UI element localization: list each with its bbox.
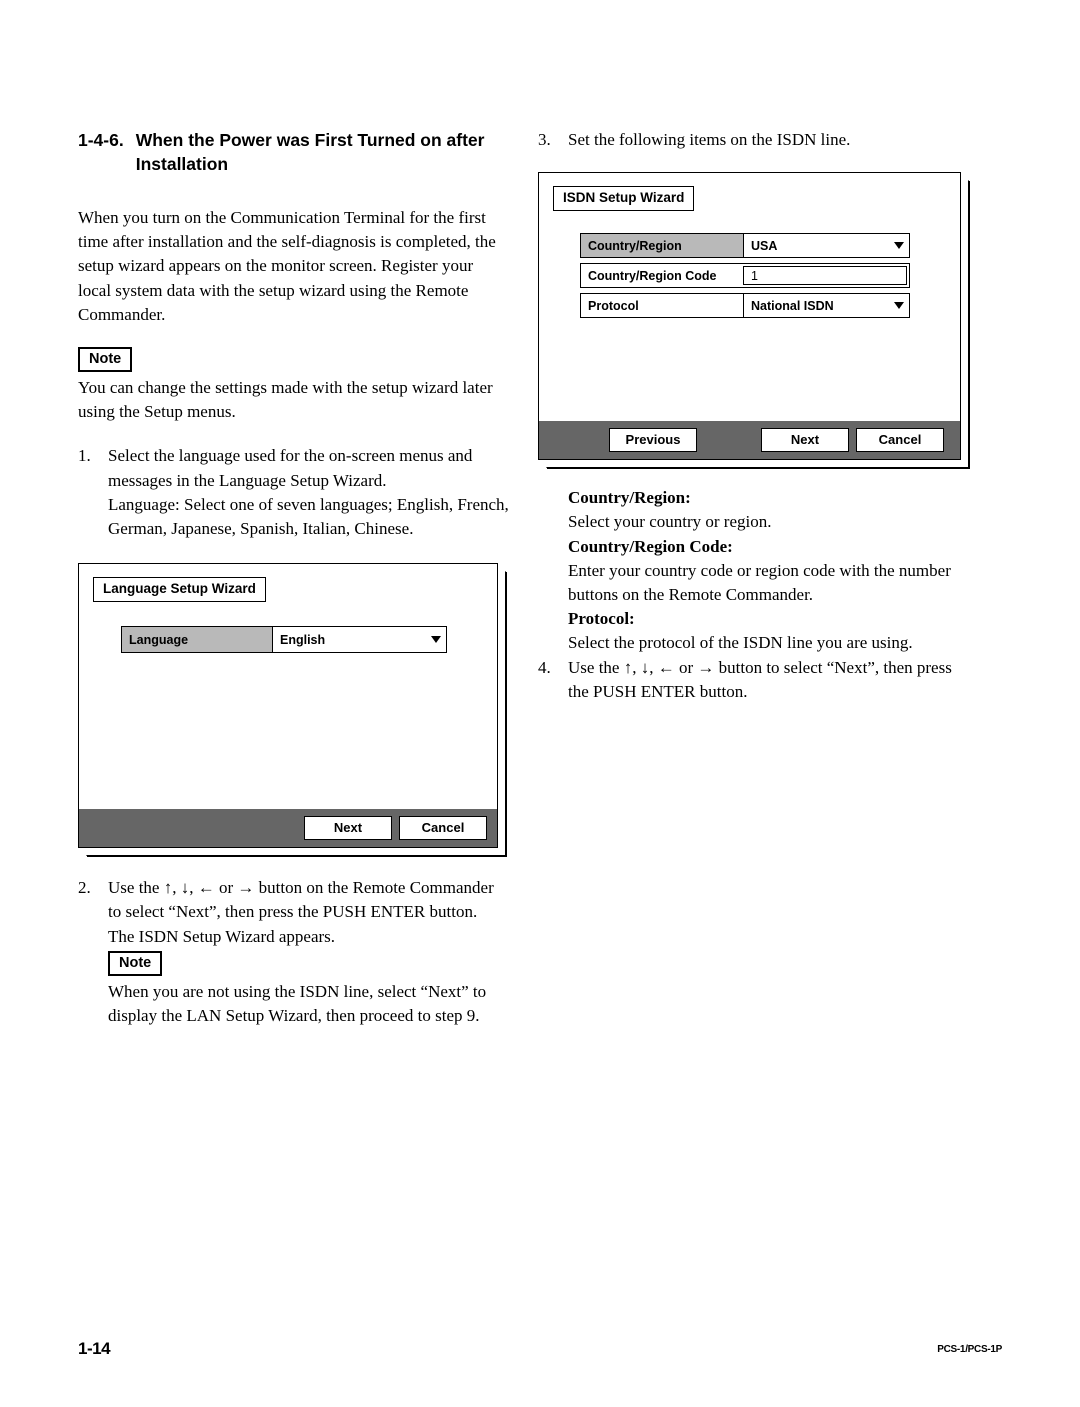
- step-2-body: Use the ↑, ↓, ← or → button on the Remot…: [108, 876, 510, 1028]
- next-button[interactable]: Next: [304, 816, 392, 841]
- country-region-selected-value: USA: [751, 238, 778, 253]
- definition-term-country-region: Country/Region:: [568, 488, 691, 508]
- country-region-code-value: 1: [751, 268, 758, 283]
- step-4-text: Use the ↑, ↓, ← or → button to select “N…: [568, 657, 952, 701]
- cancel-button[interactable]: Cancel: [856, 428, 944, 453]
- isdn-wizard-footer: Previous Next Cancel: [539, 421, 960, 460]
- isdn-wizard-title: ISDN Setup Wizard: [553, 186, 695, 212]
- isdn-field-definitions: Country/Region: Select your country or r…: [568, 486, 970, 655]
- isdn-setup-wizard-dialog[interactable]: ISDN Setup Wizard Country/Region USA Cou…: [538, 172, 969, 469]
- language-wizard-footer: Next Cancel: [79, 809, 497, 848]
- language-wizard-fields: Language English: [121, 626, 447, 654]
- manual-page: 1-4-6. When the Power was First Turned o…: [0, 0, 1080, 1407]
- protocol-selected-value: National ISDN: [751, 298, 834, 313]
- definition-text-country-region: Select your country or region.: [568, 512, 772, 532]
- document-id: PCS-1/PCS-1P: [937, 1344, 1002, 1355]
- isdn-wizard-fields: Country/Region USA Country/Region Code 1: [580, 233, 910, 319]
- note-text-1: You can change the settings made with th…: [78, 378, 493, 422]
- cancel-button[interactable]: Cancel: [399, 816, 487, 841]
- step-4-number: 4.: [538, 657, 551, 677]
- note-block-2: Note: [108, 949, 510, 980]
- field-value-protocol[interactable]: National ISDN: [743, 294, 909, 318]
- step-3-number: 3.: [538, 130, 551, 149]
- step-2-line-1: Use the ↑, ↓, ← or → button on the Remot…: [108, 878, 494, 922]
- language-wizard-frame: Language Setup Wizard Language English N…: [78, 563, 498, 849]
- note-block-1: Note You can change the settings made wi…: [78, 347, 510, 424]
- chevron-down-icon: [894, 242, 904, 250]
- language-selected-value: English: [280, 632, 326, 647]
- section-number: 1-4-6.: [78, 130, 124, 150]
- note-badge: Note: [78, 347, 133, 373]
- note-badge: Note: [108, 950, 163, 976]
- next-button[interactable]: Next: [761, 428, 849, 453]
- step-1-line-1: Select the language used for the on-scre…: [108, 446, 473, 490]
- definition-term-protocol: Protocol:: [568, 609, 635, 629]
- section-title: When the Power was First Turned on after…: [135, 130, 485, 174]
- step-2-line-2: The ISDN Setup Wizard appears.: [108, 926, 336, 946]
- isdn-wizard-frame: ISDN Setup Wizard Country/Region USA Cou…: [538, 172, 961, 461]
- left-column: 1-4-6. When the Power was First Turned o…: [78, 128, 510, 1034]
- page-number: 1-14: [78, 1339, 111, 1358]
- chevron-down-icon: [894, 302, 904, 310]
- page-title: 1-4-6. When the Power was First Turned o…: [78, 128, 510, 176]
- isdn-wizard-body: ISDN Setup Wizard Country/Region USA Cou…: [539, 173, 960, 421]
- field-row-country-region[interactable]: Country/Region USA: [580, 233, 910, 259]
- field-label-language: Language: [122, 627, 272, 653]
- field-label-protocol: Protocol: [588, 298, 639, 313]
- step-3: 3. Set the following items on the ISDN l…: [538, 128, 970, 152]
- language-wizard-body: Language Setup Wizard Language English: [79, 564, 497, 809]
- step-1: 1. Select the language used for the on-s…: [78, 444, 510, 541]
- step-1-line-2: Language: Select one of seven languages;…: [108, 494, 509, 539]
- country-region-code-input[interactable]: 1: [743, 266, 907, 286]
- field-value-country-region[interactable]: USA: [743, 234, 909, 258]
- step-2-number: 2.: [78, 878, 91, 898]
- step-1-body: Select the language used for the on-scre…: [108, 444, 510, 541]
- definition-text-country-region-code: Enter your country code or region code w…: [568, 560, 951, 605]
- intro-paragraph: When you turn on the Communication Termi…: [78, 208, 496, 324]
- step-1-number: 1.: [78, 446, 91, 466]
- language-wizard-title: Language Setup Wizard: [93, 577, 266, 603]
- previous-button[interactable]: Previous: [609, 428, 697, 453]
- step-3-text: Set the following items on the ISDN line…: [568, 130, 851, 149]
- step-4: 4. Use the ↑, ↓, ← or → button to select…: [538, 656, 970, 704]
- field-value-language[interactable]: English: [272, 627, 446, 653]
- right-column: 3. Set the following items on the ISDN l…: [538, 128, 970, 710]
- field-row-protocol[interactable]: Protocol National ISDN: [580, 293, 910, 319]
- definition-term-country-region-code: Country/Region Code:: [568, 536, 733, 556]
- chevron-down-icon: [431, 636, 441, 644]
- note-text-2: When you are not using the ISDN line, se…: [108, 981, 487, 1026]
- definition-text-protocol: Select the protocol of the ISDN line you…: [568, 633, 913, 653]
- language-setup-wizard-dialog[interactable]: Language Setup Wizard Language English N…: [78, 563, 506, 857]
- field-row-language[interactable]: Language English: [121, 626, 447, 654]
- field-label-country-region: Country/Region: [581, 234, 743, 258]
- field-row-country-region-code[interactable]: Country/Region Code 1: [580, 263, 910, 289]
- step-2: 2. Use the ↑, ↓, ← or → button on the Re…: [78, 876, 510, 1028]
- field-label-country-region-code: Country/Region Code: [588, 268, 717, 283]
